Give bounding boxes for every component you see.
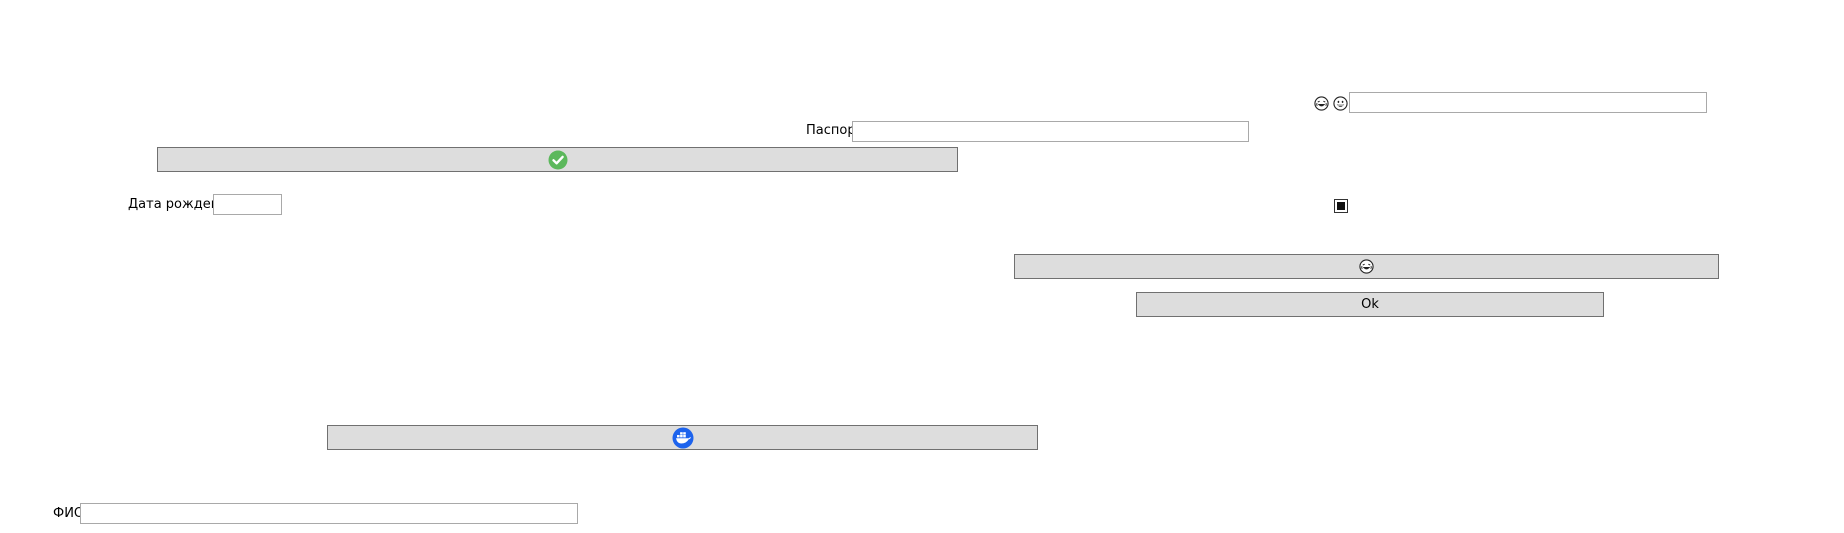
- birthdate-input[interactable]: [213, 194, 282, 215]
- checkbox-indeterminate-mark: [1337, 202, 1345, 210]
- docker-whale-icon: [672, 427, 694, 449]
- fio-input[interactable]: [80, 503, 578, 524]
- emoji-button[interactable]: [1014, 254, 1719, 279]
- option-checkbox[interactable]: [1334, 199, 1348, 213]
- laughing-face-icon: [1359, 259, 1375, 275]
- confirm-check-button[interactable]: [157, 147, 958, 172]
- docker-button[interactable]: [327, 425, 1038, 450]
- ok-button[interactable]: Ok: [1136, 292, 1604, 317]
- top-right-text-input[interactable]: [1349, 92, 1707, 113]
- laughing-face-icon: [1313, 95, 1329, 111]
- passport-input[interactable]: [852, 121, 1249, 142]
- grinning-face-icon: [1332, 95, 1348, 111]
- green-check-circle-icon: [548, 150, 568, 170]
